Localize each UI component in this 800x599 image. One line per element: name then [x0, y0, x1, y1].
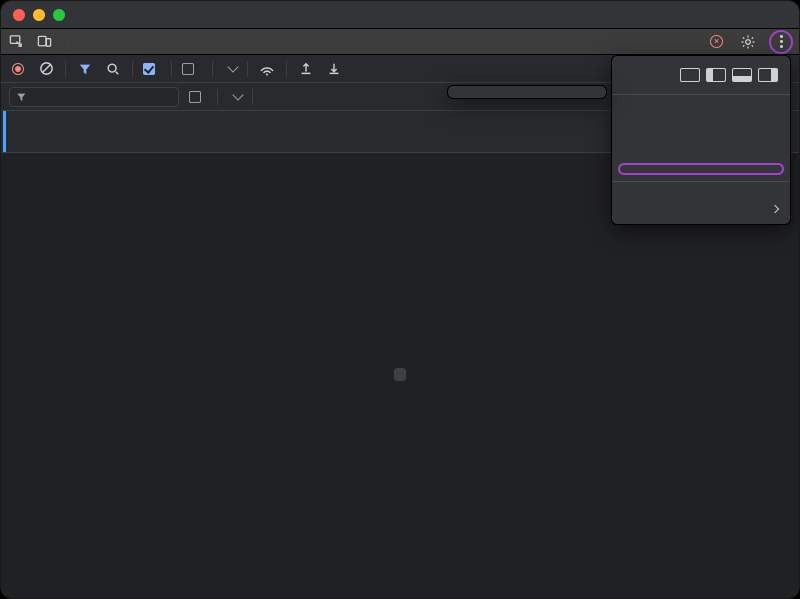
- import-har-icon[interactable]: [325, 60, 343, 78]
- network-conditions-icon[interactable]: [258, 60, 276, 78]
- search-icon[interactable]: [104, 60, 122, 78]
- chevron-right-icon: [771, 205, 779, 213]
- settings-icon[interactable]: [739, 33, 757, 51]
- devtools-window: ×: [0, 0, 800, 599]
- menu-shortcuts[interactable]: [612, 188, 790, 200]
- dock-right-icon[interactable]: [758, 68, 778, 82]
- more-filters-dropdown[interactable]: [228, 94, 242, 99]
- minimize-window-button[interactable]: [33, 9, 45, 21]
- clear-button[interactable]: [37, 60, 55, 78]
- filter-input-wrap[interactable]: [9, 87, 179, 107]
- menu-dock-side: [612, 62, 790, 88]
- checkbox-unchecked-icon: [182, 63, 194, 75]
- inspect-element-icon[interactable]: [7, 33, 25, 51]
- checkbox-unchecked-icon: [189, 91, 201, 103]
- dock-undock-icon[interactable]: [680, 68, 700, 82]
- funnel-icon: [16, 91, 27, 103]
- reload-shortcut: [394, 368, 406, 381]
- filter-toggle-icon[interactable]: [76, 60, 94, 78]
- dock-bottom-icon[interactable]: [732, 68, 752, 82]
- filter-input[interactable]: [33, 89, 172, 105]
- main-menu: [611, 55, 791, 225]
- device-toolbar-icon[interactable]: [35, 33, 53, 51]
- dock-side-options: [680, 68, 778, 82]
- dock-left-icon[interactable]: [706, 68, 726, 82]
- more-tools-submenu: [447, 85, 607, 99]
- devtools-tab-bar: ×: [1, 29, 799, 55]
- menu-help[interactable]: [612, 200, 790, 218]
- tabs-overflow-icon[interactable]: [88, 33, 106, 51]
- menu-focus-page[interactable]: [612, 101, 790, 113]
- window-controls: [1, 9, 65, 21]
- checkbox-checked-icon: [143, 63, 155, 75]
- more-options-icon[interactable]: [780, 35, 783, 48]
- more-options-highlight: [769, 30, 793, 54]
- disable-cache-checkbox[interactable]: [182, 63, 200, 75]
- timeline-start-marker: [1, 111, 402, 152]
- error-count[interactable]: ×: [710, 35, 727, 48]
- export-har-icon[interactable]: [297, 60, 315, 78]
- menu-run-command[interactable]: [612, 137, 790, 149]
- menu-open-file[interactable]: [612, 149, 790, 161]
- throttling-select[interactable]: [223, 66, 237, 71]
- close-window-button[interactable]: [13, 9, 25, 21]
- zoom-window-button[interactable]: [53, 9, 65, 21]
- menu-search[interactable]: [612, 125, 790, 137]
- record-button[interactable]: [9, 60, 27, 78]
- menu-show-console[interactable]: [612, 113, 790, 125]
- chevron-down-icon: [232, 89, 243, 100]
- recording-hint: [394, 363, 406, 388]
- preserve-log-checkbox[interactable]: [143, 63, 161, 75]
- menu-more-tools[interactable]: [618, 163, 784, 175]
- chevron-down-icon: [227, 61, 238, 72]
- titlebar: [1, 1, 799, 29]
- error-icon: ×: [710, 35, 723, 48]
- invert-checkbox[interactable]: [189, 91, 207, 103]
